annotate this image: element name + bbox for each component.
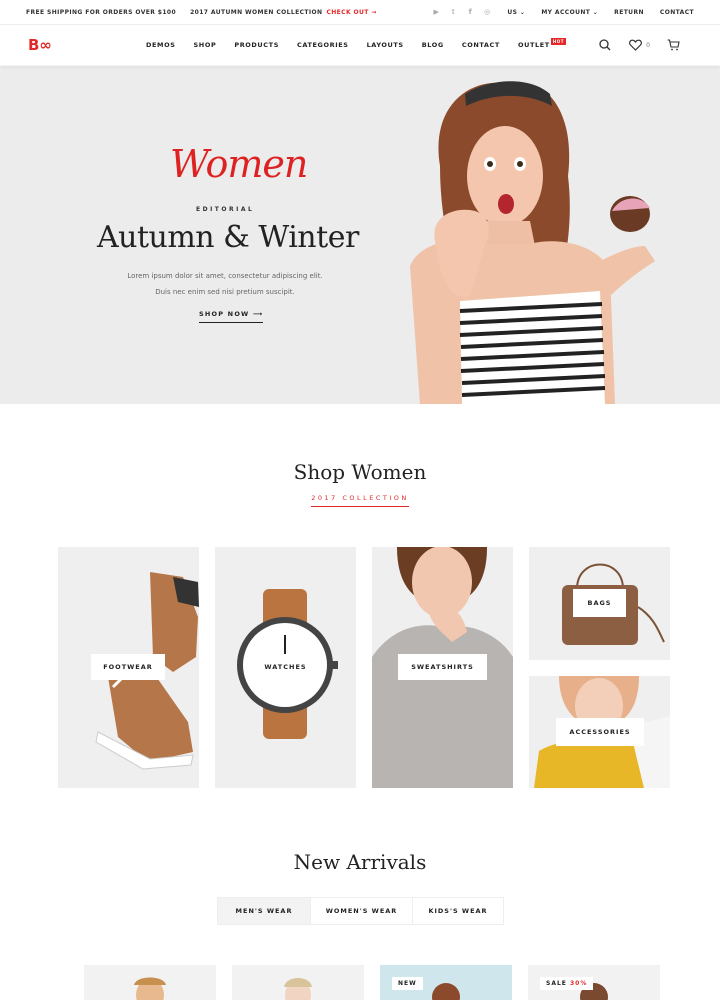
tab-womens-wear[interactable]: WOMEN'S WEAR bbox=[311, 898, 413, 924]
hero-eyebrow: EDITORIAL bbox=[196, 206, 255, 213]
category-tile-accessories[interactable]: ACCESSORIES bbox=[529, 676, 670, 788]
nav-item-shop[interactable]: SHOP bbox=[194, 41, 217, 49]
new-badge: NEW bbox=[392, 977, 423, 990]
shop-women-subtitle-text: 2017 COLLECTION bbox=[311, 494, 409, 507]
category-label-accessories: ACCESSORIES bbox=[556, 718, 644, 746]
hero-description: Lorem ipsum dolor sit amet, consectetur … bbox=[100, 268, 350, 300]
hero-title: Autumn & Winter bbox=[97, 220, 359, 255]
sale-badge: SALE 30% bbox=[540, 977, 594, 990]
product-image bbox=[284, 978, 312, 1000]
product-card[interactable] bbox=[232, 965, 364, 1000]
category-tile-bags[interactable]: BAGS bbox=[529, 547, 670, 660]
checkout-link[interactable]: CHECK OUT → bbox=[326, 9, 376, 16]
nav-item-contact[interactable]: CONTACT bbox=[462, 41, 500, 49]
collection-notice: 2017 AUTUMN WOMEN COLLECTION bbox=[190, 8, 323, 16]
hero-banner: Women EDITORIAL Autumn & Winter Lorem ip… bbox=[0, 66, 720, 404]
shop-now-button[interactable]: SHOP NOW ⟶ bbox=[199, 310, 264, 323]
instagram-icon[interactable]: ◎ bbox=[483, 8, 491, 16]
hot-badge: HOT bbox=[550, 38, 567, 45]
hero-script-title: Women bbox=[170, 142, 308, 186]
product-image bbox=[134, 977, 166, 1000]
sale-percent: 30% bbox=[569, 980, 588, 987]
category-label-footwear: FOOTWEAR bbox=[91, 654, 165, 680]
product-card[interactable] bbox=[84, 965, 216, 1000]
nav-item-layouts[interactable]: LAYOUTS bbox=[367, 41, 404, 49]
main-header: B∞ DEMOS SHOP PRODUCTS CATEGORIES LAYOUT… bbox=[0, 25, 720, 65]
nav-item-outlet[interactable]: OUTLET HOT bbox=[517, 38, 567, 49]
cart-icon[interactable] bbox=[666, 38, 680, 52]
category-label-bags: BAGS bbox=[573, 589, 626, 617]
tab-mens-wear[interactable]: MEN'S WEAR bbox=[218, 898, 311, 924]
wishlist-count: 0 bbox=[646, 41, 650, 49]
nav-item-products[interactable]: PRODUCTS bbox=[234, 41, 279, 49]
youtube-icon[interactable]: ▶ bbox=[432, 8, 440, 16]
facebook-icon[interactable]: f bbox=[466, 8, 474, 16]
twitter-icon[interactable]: 𝕥 bbox=[449, 8, 457, 16]
category-tile-footwear[interactable]: FOOTWEAR bbox=[58, 547, 199, 788]
category-label-watches: WATCHES bbox=[253, 654, 318, 680]
shop-women-title: Shop Women bbox=[293, 460, 427, 484]
tab-kids-wear[interactable]: KIDS'S WEAR bbox=[413, 898, 503, 924]
my-account-menu[interactable]: MY ACCOUNT ⌄ bbox=[541, 9, 598, 16]
product-card[interactable]: SALE 30% bbox=[528, 965, 660, 1000]
shipping-notice: FREE SHIPPING FOR ORDERS OVER $100 bbox=[26, 8, 177, 16]
category-tile-watches[interactable]: WATCHES bbox=[215, 547, 356, 788]
nav-item-demos[interactable]: DEMOS bbox=[146, 41, 176, 49]
product-tabs: MEN'S WEAR WOMEN'S WEAR KIDS'S WEAR bbox=[217, 897, 504, 925]
hero-desc-line-2: Duis nec enim sed nisi pretium suscipit. bbox=[155, 288, 295, 296]
hero-desc-line-1: Lorem ipsum dolor sit amet, consectetur … bbox=[127, 272, 323, 280]
return-link[interactable]: RETURN bbox=[614, 9, 644, 16]
sale-badge-text: SALE bbox=[546, 980, 567, 987]
shop-women-subtitle: 2017 COLLECTION bbox=[0, 494, 720, 507]
site-logo[interactable]: B∞ bbox=[28, 36, 138, 54]
nav-outlet-label: OUTLET bbox=[517, 41, 550, 49]
nav-item-categories[interactable]: CATEGORIES bbox=[297, 41, 349, 49]
contact-link[interactable]: CONTACT bbox=[660, 9, 694, 16]
hero-model-image bbox=[400, 66, 670, 404]
main-nav: DEMOS SHOP PRODUCTS CATEGORIES LAYOUTS B… bbox=[146, 38, 567, 49]
product-card[interactable]: NEW bbox=[380, 965, 512, 1000]
category-label-sweatshirts: SWEATSHIRTS bbox=[398, 654, 487, 680]
currency-select[interactable]: US ⌄ bbox=[507, 9, 525, 16]
category-tile-sweatshirts[interactable]: SWEATSHIRTS bbox=[372, 547, 513, 788]
search-icon[interactable] bbox=[598, 38, 612, 52]
top-bar: FREE SHIPPING FOR ORDERS OVER $100 2017 … bbox=[0, 0, 720, 25]
social-links: ▶ 𝕥 f ◎ bbox=[432, 8, 491, 16]
nav-item-blog[interactable]: BLOG bbox=[422, 41, 444, 49]
new-arrivals-title: New Arrivals bbox=[293, 850, 427, 874]
heart-icon[interactable] bbox=[628, 38, 642, 52]
